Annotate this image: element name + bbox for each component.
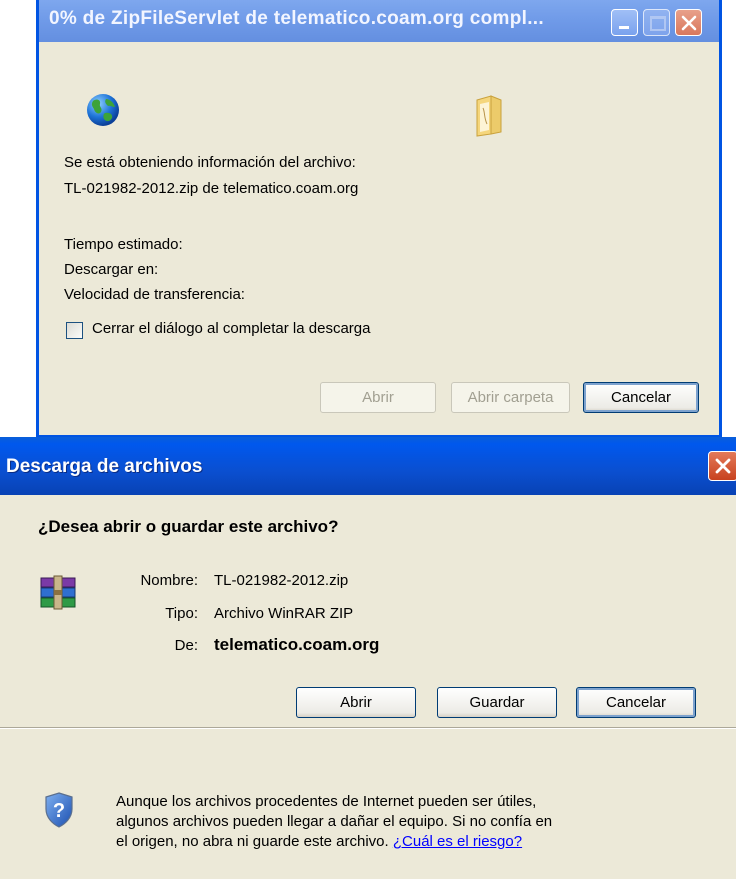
open-file-button[interactable]: Abrir (296, 687, 416, 718)
transfer-rate-label: Velocidad de transferencia: (64, 286, 245, 303)
warning-line-1: Aunque los archivos procedentes de Inter… (116, 793, 537, 810)
security-warning: Aunque los archivos procedentes de Inter… (116, 792, 616, 852)
file-info-line: Se está obteniendo información del archi… (64, 154, 356, 171)
type-value: Archivo WinRAR ZIP (214, 605, 354, 622)
download-progress-window: 0% de ZipFileServlet de telematico.coam.… (36, 0, 722, 438)
maximize-icon[interactable] (643, 9, 670, 36)
download-dialog-titlebar[interactable]: Descarga de archivos (0, 437, 736, 495)
svg-text:?: ? (53, 800, 65, 822)
from-label: De: (174, 637, 198, 654)
save-file-button[interactable]: Guardar (437, 687, 557, 718)
warning-line-3-container: el origen, no abra ni guarde este archiv… (116, 832, 616, 852)
progress-window-titlebar[interactable]: 0% de ZipFileServlet de telematico.coam.… (39, 0, 719, 42)
from-value: telematico.coam.org (214, 635, 380, 654)
open-button-disabled[interactable]: Abrir (320, 382, 436, 413)
download-dialog-title: Descarga de archivos (6, 456, 203, 477)
separator-highlight (0, 728, 736, 729)
file-source-line: TL-021982-2012.zip de telematico.coam.or… (64, 180, 359, 197)
winrar-archive-icon (39, 574, 79, 616)
close-on-complete-label[interactable]: Cerrar el diálogo al completar la descar… (92, 320, 370, 337)
type-label: Tipo: (165, 605, 198, 622)
risk-link[interactable]: ¿Cuál es el riesgo? (393, 833, 522, 850)
close-on-complete-checkbox[interactable] (66, 322, 83, 339)
open-folder-button[interactable]: Abrir carpeta (451, 382, 570, 413)
warning-line-3: el origen, no abra ni guarde este archiv… (116, 833, 389, 850)
progress-window-title: 0% de ZipFileServlet de telematico.coam.… (49, 8, 544, 29)
estimated-time-label: Tiempo estimado: (64, 236, 183, 253)
name-value: TL-021982-2012.zip (214, 572, 349, 589)
file-download-dialog: Descarga de archivos ¿Desea abrir o guar… (0, 437, 736, 879)
close-icon[interactable] (675, 9, 702, 36)
name-label: Nombre: (140, 572, 198, 589)
security-shield-icon: ? (44, 792, 74, 832)
warning-line-2: algunos archivos pueden llegar a dañar e… (116, 813, 553, 830)
close-icon[interactable] (708, 451, 736, 481)
folder-icon (473, 94, 505, 142)
download-question: ¿Desea abrir o guardar este archivo? (38, 517, 339, 536)
cancel-download-button[interactable]: Cancelar (583, 382, 699, 413)
cancel-button[interactable]: Cancelar (576, 687, 696, 718)
download-to-label: Descargar en: (64, 261, 159, 278)
globe-icon (85, 92, 121, 132)
minimize-icon[interactable] (611, 9, 638, 36)
